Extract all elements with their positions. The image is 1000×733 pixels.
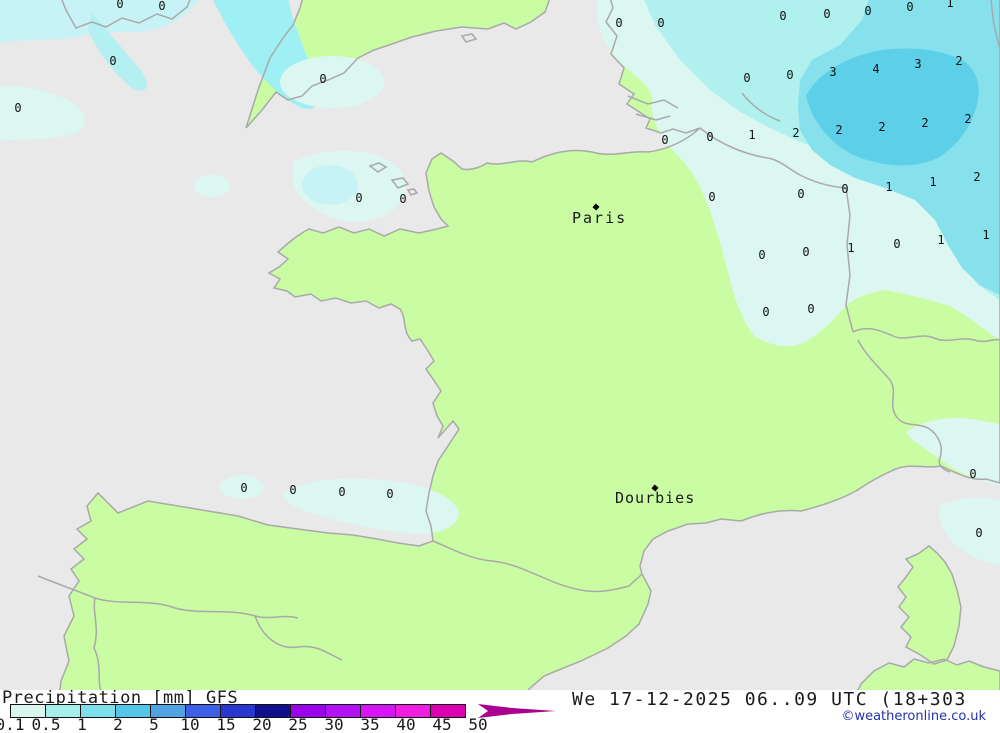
precipitation-map: 0000000000010034320012222200000112001011…: [0, 0, 1000, 690]
valid-time-label: We 17-12-2025 06..09 UTC (18+303: [572, 689, 967, 710]
scale-label: 0.5: [31, 715, 61, 733]
precip-core-channel-islands: [302, 165, 358, 205]
scale-label: 30: [324, 715, 344, 733]
scale-label: 15: [216, 715, 236, 733]
copyright-link[interactable]: ©weatheronline.co.uk: [841, 709, 986, 724]
scale-label: 35: [360, 715, 380, 733]
scale-arrow: [478, 704, 556, 718]
scale-label: 2: [113, 715, 123, 733]
scale-label: 10: [180, 715, 200, 733]
legend-bar: Precipitation [mm] GFS 0.1 0.5 1 2 5 10 15 20 25…: [0, 688, 1000, 733]
precip-patch-biscay-small: [220, 475, 264, 499]
scale-label: 25: [288, 715, 308, 733]
scale-label: 20: [252, 715, 272, 733]
scale-label: 0.1: [0, 715, 25, 733]
precip-patch-west-channel: [194, 175, 230, 197]
scale-label: 45: [432, 715, 452, 733]
scale-label: 1: [77, 715, 87, 733]
weather-map-page: 0000000000010034320012222200000112001011…: [0, 0, 1000, 733]
scale-label: 40: [396, 715, 416, 733]
map-canvas: [0, 0, 1000, 690]
scale-label: 5: [149, 715, 159, 733]
precip-area-cornwall: [280, 56, 384, 108]
scale-label: 50: [468, 715, 488, 733]
